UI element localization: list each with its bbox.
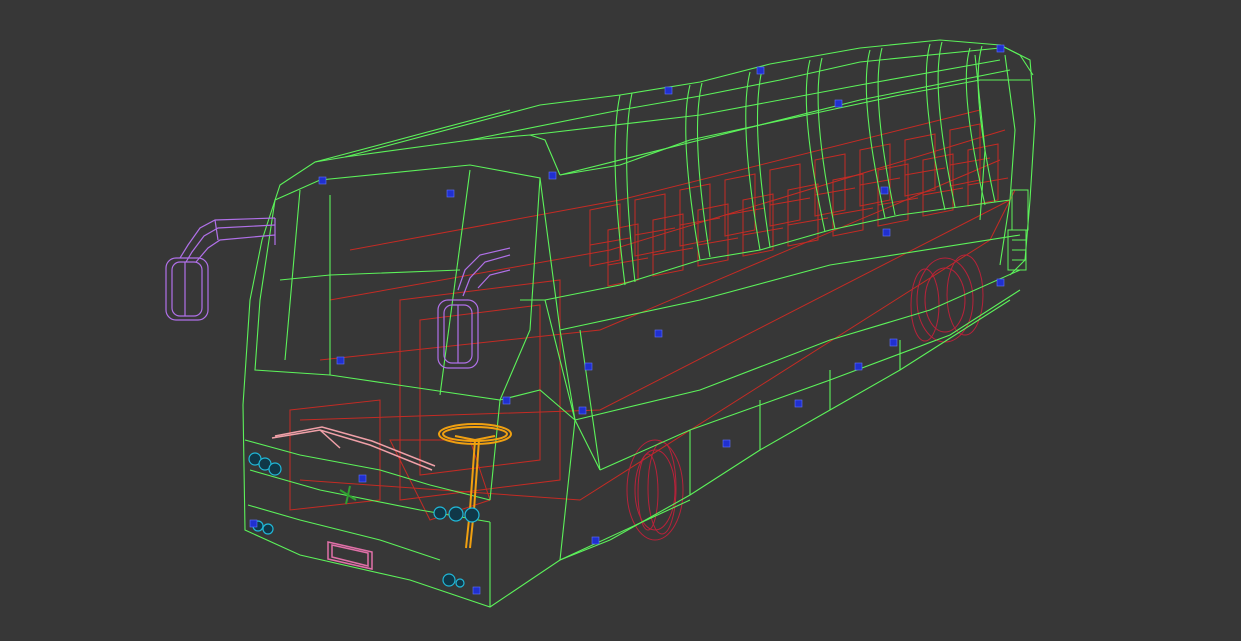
marker: [664, 86, 673, 95]
pillar: [977, 45, 996, 203]
pillar: [626, 92, 636, 283]
marker: [996, 44, 1005, 53]
bus-wireframe-model: [165, 39, 1036, 608]
seat: [589, 203, 621, 267]
seat: [949, 123, 981, 187]
seat: [679, 217, 721, 226]
marker: [578, 406, 587, 415]
marker: [722, 439, 731, 448]
seat: [634, 193, 666, 257]
left-mirror: [165, 217, 276, 321]
marker: [996, 278, 1005, 287]
seat: [787, 183, 819, 247]
marker: [336, 356, 345, 365]
marker: [756, 66, 765, 75]
seat: [904, 133, 936, 197]
rear-wheels: [910, 254, 984, 343]
seat: [814, 187, 856, 196]
steering-wheel: [438, 423, 512, 549]
marker: [548, 171, 557, 180]
license-plate: [327, 541, 373, 570]
seat: [769, 163, 801, 227]
wipers: [271, 426, 436, 471]
pillar: [817, 57, 836, 230]
seat: [922, 153, 954, 217]
window-pillars: [614, 41, 996, 286]
marker: [880, 186, 889, 195]
seat: [607, 223, 639, 287]
pillar: [805, 59, 826, 233]
seat: [679, 183, 711, 247]
right-mirror: [437, 247, 511, 369]
marker: [854, 362, 863, 371]
marker: [591, 536, 600, 545]
seat: [859, 177, 901, 186]
marker: [358, 474, 367, 483]
seat: [904, 167, 946, 176]
marker: [249, 519, 258, 528]
seat: [697, 203, 729, 267]
marker: [472, 586, 481, 595]
pillar: [756, 69, 771, 248]
seat: [634, 227, 676, 236]
marker-lights: [249, 44, 1005, 595]
marker: [318, 176, 327, 185]
3d-viewport[interactable]: [0, 0, 1241, 641]
marker: [446, 189, 455, 198]
body-wireframe: [242, 39, 1036, 608]
marker: [794, 399, 803, 408]
seat: [859, 143, 891, 207]
marker: [889, 338, 898, 347]
pillar: [696, 82, 711, 258]
marker: [882, 228, 891, 237]
marker: [834, 99, 843, 108]
marker: [654, 329, 663, 338]
seat: [589, 237, 631, 246]
marker: [502, 396, 511, 405]
seat: [742, 193, 774, 257]
marker: [584, 362, 593, 371]
